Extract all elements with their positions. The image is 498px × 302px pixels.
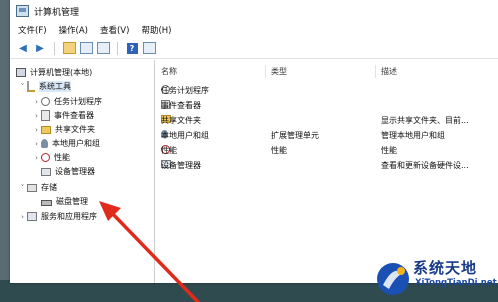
watermark: 系统天地 XiTongTianDi.net bbox=[375, 257, 498, 301]
watermark-logo-icon bbox=[377, 263, 409, 295]
watermark-title: 系统天地 bbox=[413, 259, 478, 277]
watermark-subtitle: XiTongTianDi.net bbox=[415, 278, 497, 288]
